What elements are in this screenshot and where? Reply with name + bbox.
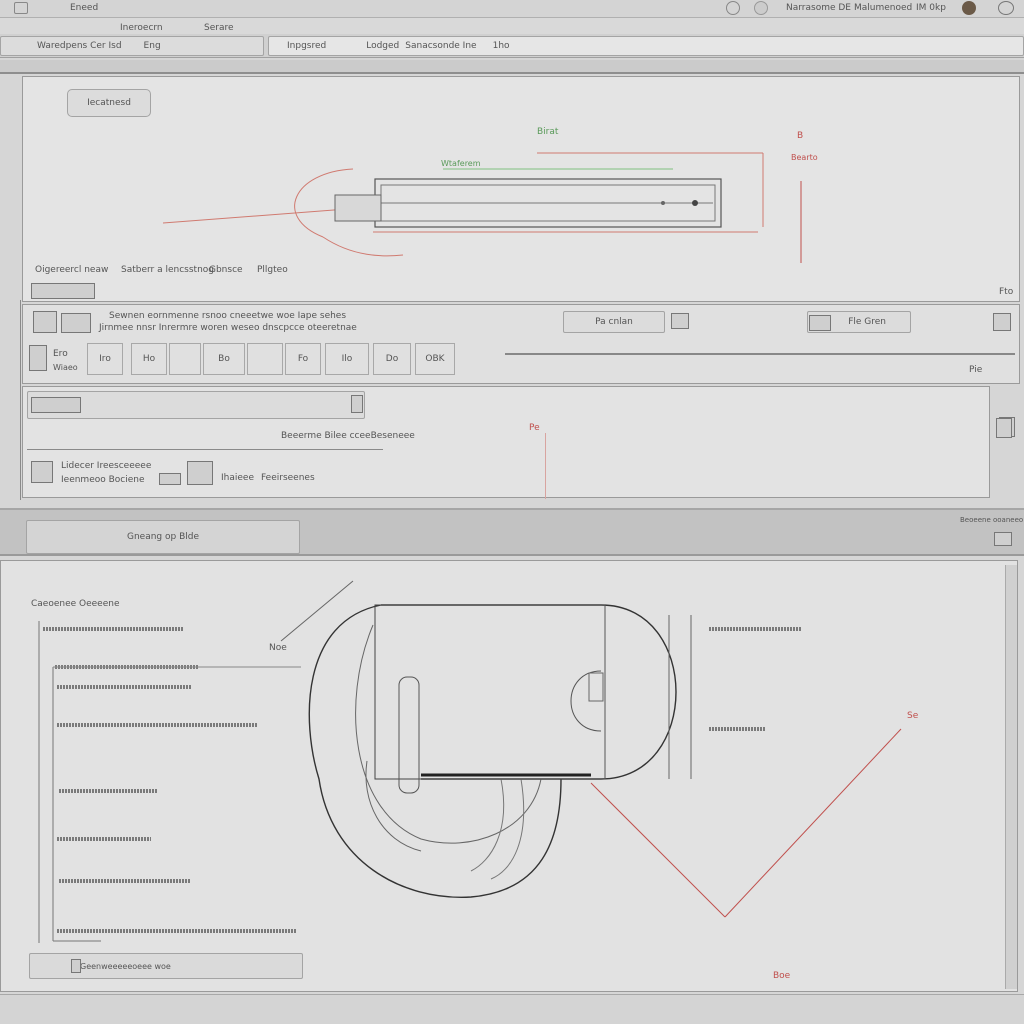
properties-left-text-1: Lidecer Ireesceeeee xyxy=(61,461,152,471)
tool-button-2[interactable]: Ho xyxy=(131,343,167,375)
status-box-icon[interactable] xyxy=(994,532,1012,546)
menu-right-label-2[interactable]: Malumenoed xyxy=(854,3,912,13)
toolbar-text-2: Jirnmee nnsr Inrermre woren weseo dnscpc… xyxy=(99,323,357,333)
corner-label: Fto xyxy=(999,287,1014,297)
properties-divider xyxy=(27,449,383,450)
tool-button-8[interactable]: Do xyxy=(373,343,411,375)
toolbar-slider-track[interactable] xyxy=(505,353,1015,355)
vertical-scrollbar[interactable] xyxy=(1005,565,1017,989)
properties-mid-text-1: Ihaieee xyxy=(221,473,254,483)
menu-item-file[interactable]: Eneed xyxy=(70,3,98,13)
status-bar: Gneang op Blde Beoeene ooaneeo xyxy=(0,508,1024,556)
tool-left-icon[interactable] xyxy=(29,345,47,371)
left-gutter-line xyxy=(20,300,21,500)
separator xyxy=(0,60,1024,74)
status-right-label: Beoeene ooaneeo xyxy=(960,516,1024,524)
properties-center-text: Beeerme Bilee cceeBeseneee xyxy=(281,431,415,441)
properties-guide xyxy=(545,433,546,499)
grid-icon[interactable] xyxy=(671,313,689,329)
help-icon[interactable] xyxy=(998,1,1014,15)
menu-bar: Eneed Narrasome DE Malumenoed IM 0kp xyxy=(0,0,1024,18)
top-row-text-2: Satberr a lencsstnog xyxy=(121,265,215,275)
tab-2-label: Inpgsred xyxy=(287,41,327,51)
tool-button-3[interactable] xyxy=(169,343,201,375)
sheet-icon[interactable] xyxy=(31,461,53,483)
measure-icon[interactable] xyxy=(31,397,81,413)
side-label: Pie xyxy=(969,365,983,375)
top-row-text-3: Gbnsce xyxy=(209,265,243,275)
properties-mid-text-2: Feeirseenes xyxy=(261,473,315,483)
edit-icon[interactable] xyxy=(187,461,213,485)
globe-icon[interactable] xyxy=(754,1,768,15)
tab-2-extra-2: Sanacsonde Ine xyxy=(405,41,477,51)
properties-left-text-2: Ieenmeoo Bociene xyxy=(61,475,145,485)
user-icon[interactable] xyxy=(726,1,740,15)
cube-icon[interactable] xyxy=(31,283,95,299)
tool-button-6[interactable]: Fo xyxy=(285,343,321,375)
tab-document-2[interactable]: Inpgsred Lodged Sanacsonde Ine 1ho xyxy=(268,36,1024,56)
layer-icon[interactable] xyxy=(33,311,57,333)
top-view-panel[interactable]: Iecatnesd Birat Wtaferem B Bearto Oigere… xyxy=(22,76,1020,302)
tool-button-7[interactable]: Ilo xyxy=(325,343,369,375)
toolbar-panel: Sewnen eornmenne rsnoo cneeetwe woe Iape… xyxy=(22,304,1020,384)
table-icon[interactable] xyxy=(809,315,831,331)
side-panel-icon[interactable] xyxy=(996,418,1012,438)
bottom-view-drawing xyxy=(38,580,902,943)
toolbar-text-1: Sewnen eornmenne rsnoo cneeetwe woe Iape… xyxy=(109,311,347,321)
tab-2-num: 1ho xyxy=(492,41,510,51)
component-icon[interactable] xyxy=(159,473,181,485)
tool-button-4[interactable]: Bo xyxy=(203,343,245,375)
bottom-view-panel[interactable]: Caeoenee Oeeeene Noe Se Boe Geenweeeeeoe… xyxy=(0,560,1018,992)
footer-field-label: Geenweeeeeoeee woe xyxy=(80,961,171,971)
tool-left-label-2: Wiaeo xyxy=(53,363,78,372)
header-label-1: Ineroecrn xyxy=(120,23,163,33)
properties-red-mark: Pe xyxy=(529,423,540,433)
avatar-icon[interactable] xyxy=(962,1,976,15)
top-row-text-4: Pllgteo xyxy=(257,265,288,275)
bottom-strip xyxy=(0,994,1024,1024)
tab-document-1[interactable]: Waredpens Cer Isd Eng xyxy=(0,36,264,56)
tab-2-extra: Lodged xyxy=(366,41,400,51)
field-label: Pa cnlan xyxy=(595,317,633,327)
footer-icon[interactable] xyxy=(71,959,81,973)
properties-panel: Beeerme Bilee cceeBeseneee Pe Lidecer Ir… xyxy=(22,386,1015,499)
top-row-text-1: Oigereercl neaw xyxy=(35,265,109,275)
tool-button-9[interactable]: OBK xyxy=(415,343,455,375)
tab-bar: Waredpens Cer Isd Eng Inpgsred Lodged Sa… xyxy=(0,34,1024,58)
right-field-label: Fle Gren xyxy=(848,317,886,327)
app-icon[interactable] xyxy=(14,2,28,14)
header-label-2: Serare xyxy=(204,23,234,33)
tab-1-label: Waredpens Cer Isd xyxy=(37,41,122,51)
status-button[interactable]: Gneang op Blde xyxy=(26,520,300,554)
field-box[interactable]: Pa cnlan xyxy=(563,311,665,333)
tool-button-5[interactable] xyxy=(247,343,283,375)
block-icon[interactable] xyxy=(61,313,91,333)
panel-icon[interactable] xyxy=(993,313,1011,331)
menu-right-label-1[interactable]: Narrasome DE xyxy=(786,3,851,13)
dropdown-icon[interactable] xyxy=(351,395,363,413)
menu-right-label-3[interactable]: IM 0kp xyxy=(916,3,946,13)
tool-button-1[interactable]: Iro xyxy=(87,343,123,375)
tab-1-extra: Eng xyxy=(143,41,161,51)
tool-left-label: Ero xyxy=(53,349,68,359)
